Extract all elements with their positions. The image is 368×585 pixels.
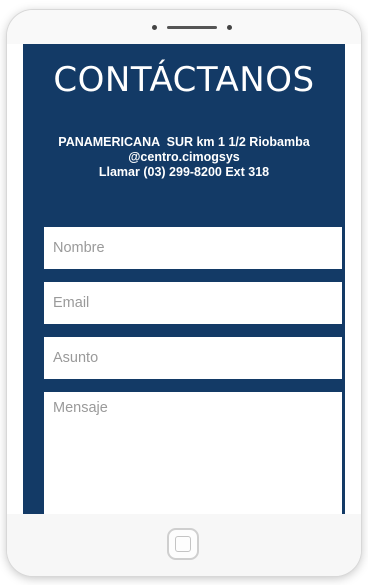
contact-info: PANAMERICANA SUR km 1 1/2 Riobamba @cent… xyxy=(23,135,345,180)
contact-screen: CONTÁCTANOS PANAMERICANA SUR km 1 1/2 Ri… xyxy=(23,44,345,514)
subject-input[interactable] xyxy=(44,337,342,379)
sensor-icon xyxy=(227,25,232,30)
home-button[interactable] xyxy=(167,528,199,560)
phone-text: Llamar (03) 299-8200 Ext 318 xyxy=(98,165,270,179)
address-text: PANAMERICANA SUR km 1 1/2 Riobamba xyxy=(58,135,310,149)
page-title: CONTÁCTANOS xyxy=(53,60,315,100)
speaker-grille-icon xyxy=(167,26,217,29)
message-textarea[interactable] xyxy=(44,392,342,514)
front-camera-icon xyxy=(152,25,157,30)
name-input[interactable] xyxy=(44,227,342,269)
phone-bottom-bezel xyxy=(7,514,361,576)
home-square-icon xyxy=(175,536,191,552)
phone-top-bezel xyxy=(7,10,361,44)
social-handle-text: @centro.cimogsys xyxy=(128,150,240,164)
phone-frame: CONTÁCTANOS PANAMERICANA SUR km 1 1/2 Ri… xyxy=(7,10,361,576)
email-input[interactable] xyxy=(44,282,342,324)
